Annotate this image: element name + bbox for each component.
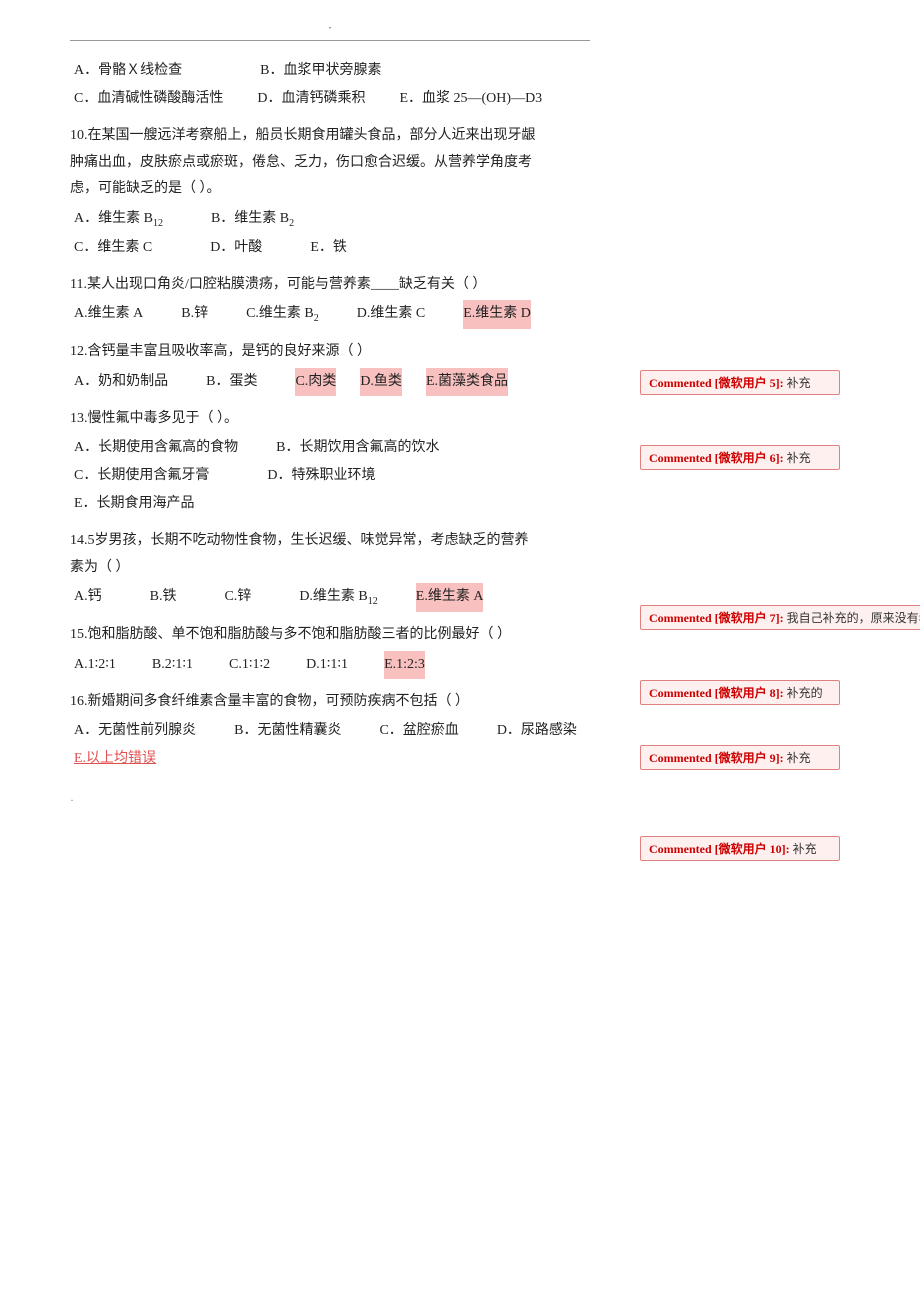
q10-options-2: C．维生素 C D．叶酸 E．铁 xyxy=(74,234,590,262)
q15-opt-d: D.1∶1∶1 xyxy=(306,651,348,679)
q16-options-2: E.以上均错误 xyxy=(74,745,590,773)
option-c: C．血清碱性磷酸酶活性 xyxy=(74,85,223,113)
q16-opt-b: B．无菌性精囊炎 xyxy=(234,717,341,745)
q14-opt-a: A.钙 xyxy=(74,583,102,612)
comment-6-label: Commented [微软用户 6]: xyxy=(649,451,784,465)
question-14: 14.5岁男孩，长期不吃动物性食物，生长迟缓、味觉异常，考虑缺乏的营养 素为（ … xyxy=(70,528,590,612)
q10-opt-e: E．铁 xyxy=(310,234,347,262)
q14-text: 14.5岁男孩，长期不吃动物性食物，生长迟缓、味觉异常，考虑缺乏的营养 素为（ … xyxy=(70,528,590,581)
q13-opt-b: B．长期饮用含氟高的饮水 xyxy=(276,434,439,462)
top-line: · xyxy=(70,20,590,41)
q12-opt-b: B．蛋类 xyxy=(206,368,257,396)
q15-opt-b: B.2∶1∶1 xyxy=(152,651,193,679)
q14-opt-b: B.铁 xyxy=(150,583,177,612)
option-a: A．骨骼Ｘ线检查 xyxy=(74,57,182,85)
q10-opt-d: D．叶酸 xyxy=(210,234,262,262)
question-12: 12.含钙量丰富且吸收率高，是钙的良好来源（ ） A．奶和奶制品 B．蛋类 C.… xyxy=(70,339,590,396)
question-13: 13.慢性氟中毒多见于（ ）。 A．长期使用含氟高的食物 B．长期饮用含氟高的饮… xyxy=(70,406,590,519)
q12-opt-c: C.肉类 xyxy=(295,368,336,396)
q10-opt-b: B．维生素 B2 xyxy=(211,205,294,234)
q11-opt-c: C.维生素 B2 xyxy=(246,300,319,329)
q13-opt-e: E．长期食用海产品 xyxy=(74,490,195,518)
question-10: 10.在某国一艘远洋考察船上，船员长期食用罐头食品，部分人近来出现牙龈 肿痛出血… xyxy=(70,123,590,262)
q11-text: 11.某人出现口角炎/口腔粘膜溃疡，可能与营养素____缺乏有关（ ） xyxy=(70,272,590,299)
question-16: 16.新婚期间多食纤维素含量丰富的食物，可预防疾病不包括（ ） A．无菌性前列腺… xyxy=(70,689,590,774)
q14-opt-c: C.锌 xyxy=(224,583,251,612)
page-wrapper: · A．骨骼Ｘ线检查 B．血浆甲状旁腺素 C．血清碱性磷酸酶活性 D．血清钙磷乘… xyxy=(0,0,920,1302)
q12-text: 12.含钙量丰富且吸收率高，是钙的良好来源（ ） xyxy=(70,339,590,366)
q12-opt-e: E.菌藻类食品 xyxy=(426,368,508,396)
option-e: E．血浆 25—(OH)—D3 xyxy=(399,85,542,113)
comment-5-label: Commented [微软用户 5]: xyxy=(649,376,784,390)
q11-opt-d: D.维生素 C xyxy=(357,300,425,329)
comment-9-label: Commented [微软用户 9]: xyxy=(649,751,784,765)
comment-7-text: 我自己补充的，原来没有年龄 xyxy=(787,611,920,625)
q15-opt-a: A.1∶2∶1 xyxy=(74,651,116,679)
comment-8-text: 补充的 xyxy=(787,686,823,700)
q15-opt-c: C.1∶1∶2 xyxy=(229,651,270,679)
comment-container: Commented [微软用户 5]: 补充 Commented [微软用户 6… xyxy=(635,10,910,1210)
q-top-options: A．骨骼Ｘ线检查 B．血浆甲状旁腺素 C．血清碱性磷酸酶活性 D．血清钙磷乘积 … xyxy=(70,57,590,113)
top-dot: · xyxy=(328,20,332,35)
q13-options-3: E．长期食用海产品 xyxy=(74,490,590,518)
q15-opt-e: E.1:2:3 xyxy=(384,651,425,679)
comment-10-label: Commented [微软用户 10]: xyxy=(649,842,790,856)
q11-opt-a: A.维生素 A xyxy=(74,300,143,329)
comment-6: Commented [微软用户 6]: 补充 xyxy=(640,445,840,470)
comment-6-text: 补充 xyxy=(787,451,811,465)
q16-opt-d: D．尿路感染 xyxy=(497,717,577,745)
q16-options-1: A．无菌性前列腺炎 B．无菌性精囊炎 C．盆腔瘀血 D．尿路感染 xyxy=(74,717,590,745)
q16-text: 16.新婚期间多食纤维素含量丰富的食物，可预防疾病不包括（ ） xyxy=(70,689,590,716)
comment-10-text: 补充 xyxy=(793,842,817,856)
main-content: · A．骨骼Ｘ线检查 B．血浆甲状旁腺素 C．血清碱性磷酸酶活性 D．血清钙磷乘… xyxy=(0,0,630,1302)
q14-options: A.钙 B.铁 C.锌 D.维生素 B12 E.维生素 A xyxy=(74,583,590,612)
q10-text: 10.在某国一艘远洋考察船上，船员长期食用罐头食品，部分人近来出现牙龈 肿痛出血… xyxy=(70,123,590,203)
options-row: A．骨骼Ｘ线检查 B．血浆甲状旁腺素 xyxy=(74,57,590,85)
q13-text: 13.慢性氟中毒多见于（ ）。 xyxy=(70,406,590,433)
question-11: 11.某人出现口角炎/口腔粘膜溃疡，可能与营养素____缺乏有关（ ） A.维生… xyxy=(70,272,590,329)
q14-opt-d: D.维生素 B12 xyxy=(299,583,377,612)
comment-5: Commented [微软用户 5]: 补充 xyxy=(640,370,840,395)
comment-7-label: Commented [微软用户 7]: xyxy=(649,611,784,625)
q12-options: A．奶和奶制品 B．蛋类 C.肉类 D.鱼类 E.菌藻类食品 xyxy=(74,368,590,396)
q13-opt-c: C．长期使用含氟牙膏 xyxy=(74,462,209,490)
comment-7: Commented [微软用户 7]: 我自己补充的，原来没有年龄 xyxy=(640,605,920,630)
bottom-dot: · xyxy=(70,793,590,808)
option-d: D．血清钙磷乘积 xyxy=(257,85,365,113)
comment-9: Commented [微软用户 9]: 补充 xyxy=(640,745,840,770)
q14-opt-e: E.维生素 A xyxy=(416,583,484,612)
q13-opt-d: D．特殊职业环境 xyxy=(267,462,375,490)
q10-opt-a: A．维生素 B12 xyxy=(74,205,163,234)
options-row-2: C．血清碱性磷酸酶活性 D．血清钙磷乘积 E．血浆 25—(OH)—D3 xyxy=(74,85,590,113)
q13-opt-a: A．长期使用含氟高的食物 xyxy=(74,434,238,462)
q16-opt-e: E.以上均错误 xyxy=(74,745,156,773)
q15-options: A.1∶2∶1 B.2∶1∶1 C.1∶1∶2 D.1∶1∶1 E.1:2:3 xyxy=(74,651,590,679)
q16-opt-c: C．盆腔瘀血 xyxy=(379,717,458,745)
q16-opt-a: A．无菌性前列腺炎 xyxy=(74,717,196,745)
q10-options-1: A．维生素 B12 B．维生素 B2 xyxy=(74,205,590,234)
q12-opt-d: D.鱼类 xyxy=(360,368,402,396)
sidebar-comments: Commented [微软用户 5]: 补充 Commented [微软用户 6… xyxy=(630,0,920,1302)
q10-opt-c: C．维生素 C xyxy=(74,234,152,262)
q11-opt-e: E.维生素 D xyxy=(463,300,531,329)
q13-options-1: A．长期使用含氟高的食物 B．长期饮用含氟高的饮水 xyxy=(74,434,590,462)
comment-8: Commented [微软用户 8]: 补充的 xyxy=(640,680,840,705)
comment-10: Commented [微软用户 10]: 补充 xyxy=(640,836,840,861)
q15-text: 15.饱和脂肪酸、单不饱和脂肪酸与多不饱和脂肪酸三者的比例最好（ ） xyxy=(70,622,590,649)
q12-opt-a: A．奶和奶制品 xyxy=(74,368,168,396)
option-b: B．血浆甲状旁腺素 xyxy=(260,57,381,85)
question-15: 15.饱和脂肪酸、单不饱和脂肪酸与多不饱和脂肪酸三者的比例最好（ ） A.1∶2… xyxy=(70,622,590,679)
comment-5-text: 补充 xyxy=(787,376,811,390)
comment-8-label: Commented [微软用户 8]: xyxy=(649,686,784,700)
q13-options-2: C．长期使用含氟牙膏 D．特殊职业环境 xyxy=(74,462,590,490)
comment-9-text: 补充 xyxy=(787,751,811,765)
q11-options: A.维生素 A B.锌 C.维生素 B2 D.维生素 C E.维生素 D xyxy=(74,300,590,329)
q11-opt-b: B.锌 xyxy=(181,300,208,329)
